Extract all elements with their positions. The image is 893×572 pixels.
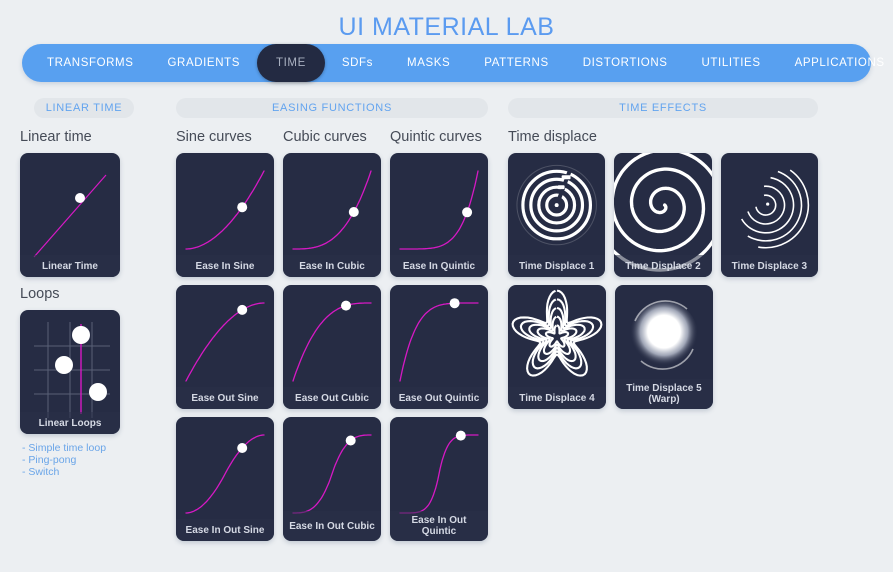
card-label: Ease In Out Quintic — [390, 511, 488, 541]
card-linear-time[interactable]: Linear Time — [20, 153, 120, 277]
card-label: Linear Loops — [20, 412, 120, 434]
card-label: Linear Time — [20, 255, 120, 277]
nav-tab-sdfs[interactable]: SDFs — [325, 44, 390, 82]
card-time-displace-2[interactable]: Time Displace 2 — [614, 153, 712, 277]
easing-row: Ease In Sine Ease In Cubic Ease In Quintic — [176, 153, 488, 277]
linear-link-0[interactable]: - Simple time loop — [22, 442, 156, 454]
card-ease-in-out-sine[interactable]: Ease In Out Sine — [176, 417, 274, 541]
nav-tab-time[interactable]: TIME — [257, 44, 325, 82]
section-pill-time-effects: TIME EFFECTS — [508, 98, 818, 118]
card-ease-in-sine[interactable]: Ease In Sine — [176, 153, 274, 277]
card-label: Time Displace 4 — [508, 387, 606, 409]
section-pill-linear-time: LINEAR TIME — [34, 98, 134, 118]
card-label: Time Displace 2 — [614, 255, 712, 277]
column-linear-time: LINEAR TIME Linear time Linear Time Loop… — [20, 98, 156, 478]
linear-link-2[interactable]: - Switch — [22, 466, 156, 478]
card-label: Time Displace 3 — [720, 255, 818, 277]
group-title-loops: Loops — [20, 286, 60, 302]
card-label: Ease In Sine — [176, 255, 274, 277]
nav-tab-utilities[interactable]: UTILITIES — [685, 44, 778, 82]
card-time-displace-1[interactable]: Time Displace 1 — [508, 153, 606, 277]
card-ease-in-out-quintic[interactable]: Ease In Out Quintic — [390, 417, 488, 541]
group-title-sine: Sine curves — [176, 129, 252, 145]
card-label: Ease In Cubic — [283, 255, 381, 277]
card-label: Ease Out Cubic — [283, 387, 381, 409]
card-ease-out-quintic[interactable]: Ease Out Quintic — [390, 285, 488, 409]
nav-tab-transforms[interactable]: TRANSFORMS — [30, 44, 151, 82]
nav-tab-distortions[interactable]: DISTORTIONS — [566, 44, 685, 82]
page-title: UI MATERIAL LAB — [338, 13, 555, 41]
time-displace-card-rows: Time Displace 1 Time Displace 2 Time Displ… — [508, 153, 818, 409]
linear-link-1[interactable]: - Ping-pong — [22, 454, 156, 466]
nav-tab-applications[interactable]: APPLICATIONS — [778, 44, 893, 82]
linear-loop-links: - Simple time loop - Ping-pong - Switch — [22, 442, 156, 478]
card-linear-loops[interactable]: Linear Loops — [20, 310, 120, 434]
card-time-displace-5-warp-[interactable]: Time Displace 5 (Warp) — [615, 285, 713, 409]
group-linear-time: Linear time Linear Time — [20, 128, 156, 277]
card-label: Ease In Out Cubic — [283, 511, 381, 541]
time-displace-row: Time Displace 1 Time Displace 2 Time Displ… — [508, 153, 818, 277]
easing-row: Ease In Out Sine Ease In Out Cubic Ease In… — [176, 417, 488, 541]
section-pill-easing-functions: EASING FUNCTIONS — [176, 98, 488, 118]
card-ease-out-cubic[interactable]: Ease Out Cubic — [283, 285, 381, 409]
card-label: Time Displace 1 — [508, 255, 606, 277]
navigation-bar: TRANSFORMS GRADIENTS TIME SDFs MASKS PATTERNS… — [22, 44, 884, 82]
group-title-time-displace: Time displace — [508, 129, 597, 145]
card-label: Ease Out Quintic — [390, 387, 488, 409]
card-ease-in-out-cubic[interactable]: Ease In Out Cubic — [283, 417, 381, 541]
card-ease-out-sine[interactable]: Ease Out Sine — [176, 285, 274, 409]
column-time-effects: TIME EFFECTS Time displace Time Displace… — [508, 98, 818, 417]
time-displace-row: Time Displace 4 Time Displace 5 (Warp) — [508, 285, 818, 409]
card-time-displace-3[interactable]: Time Displace 3 — [720, 153, 818, 277]
group-title-cubic: Cubic curves — [283, 129, 367, 145]
group-loops: Loops Linear Loops - Simple time loop - … — [20, 285, 156, 478]
easing-card-rows: Ease In Sine Ease In Cubic Ease In Quintic… — [176, 153, 488, 541]
group-title-quintic: Quintic curves — [390, 129, 482, 145]
card-label: Ease Out Sine — [176, 387, 274, 409]
card-ease-in-quintic[interactable]: Ease In Quintic — [390, 153, 488, 277]
easing-row: Ease Out Sine Ease Out Cubic Ease Out Quin… — [176, 285, 488, 409]
nav-tab-gradients[interactable]: GRADIENTS — [151, 44, 258, 82]
group-title-linear-time: Linear time — [20, 129, 92, 145]
card-ease-in-cubic[interactable]: Ease In Cubic — [283, 153, 381, 277]
nav-tab-masks[interactable]: MASKS — [390, 44, 467, 82]
column-easing-functions: EASING FUNCTIONS Sine curves Cubic curve… — [176, 98, 488, 549]
card-label: Time Displace 5 (Warp) — [615, 379, 713, 409]
content-columns: LINEAR TIME Linear time Linear Time Loop… — [0, 82, 893, 549]
easing-column-titles: Sine curves Cubic curves Quintic curves — [176, 128, 488, 153]
card-time-displace-4[interactable]: Time Displace 4 — [508, 285, 606, 409]
navigation-bar-wrapper: TRANSFORMS GRADIENTS TIME SDFs MASKS PATTERNS… — [0, 44, 893, 82]
nav-tab-patterns[interactable]: PATTERNS — [467, 44, 565, 82]
card-label: Ease In Quintic — [390, 255, 488, 277]
card-label: Ease In Out Sine — [176, 519, 274, 541]
